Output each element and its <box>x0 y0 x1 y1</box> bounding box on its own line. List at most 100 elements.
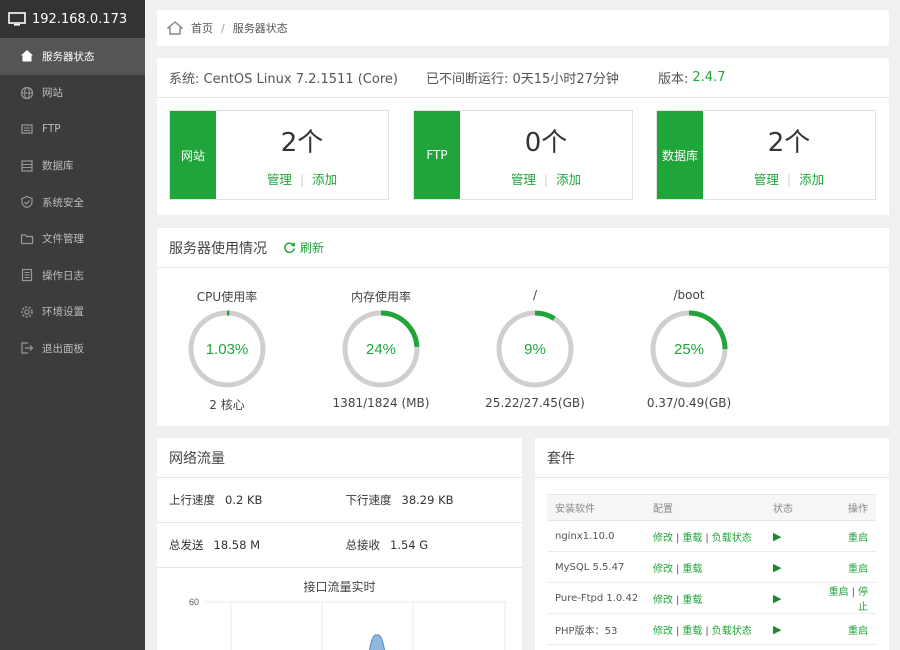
globe-icon <box>20 86 34 100</box>
config-link[interactable]: 负载状态 <box>712 533 752 544</box>
link-separator: | <box>543 172 549 187</box>
gauge-ring: 24% <box>342 310 420 388</box>
suite-header: 套件 <box>535 438 889 478</box>
network-panel: 网络流量 上行速度 0.2 KB 下行速度 38.29 KB 总发送 18.58 M … <box>157 438 522 650</box>
link-separator: | <box>676 563 680 575</box>
usage-gauge: 内存使用率 24% 1381/1824 (MB) <box>316 288 446 410</box>
sidebar-item-label: 文件管理 <box>42 233 84 246</box>
system-uptime: 已不间断运行: 0天15小时27分钟 <box>426 72 619 87</box>
stat-card: 网站 2个 管理 | 添加 <box>169 110 389 200</box>
network-speed-row: 上行速度 0.2 KB 下行速度 38.29 KB <box>157 478 522 523</box>
config-link[interactable]: 负载状态 <box>712 626 752 637</box>
download-speed-label: 下行速度 <box>345 493 392 507</box>
suite-panel: 套件 安装软件 配置 状态 操作 nginx1.10.0 修改 | 重载 | 负载状态 … <box>535 438 889 650</box>
breadcrumb-home[interactable]: 首页 <box>191 20 213 36</box>
table-row: PHP版本：53 修改 | 重载 | 负载状态 ▶ 重启 <box>547 613 876 645</box>
breadcrumb-current: 服务器状态 <box>232 22 288 35</box>
database-icon <box>20 159 34 173</box>
op-link[interactable]: 重启 <box>829 587 849 598</box>
sidebar-item-label: 系统安全 <box>42 196 84 209</box>
add-link[interactable]: 添加 <box>312 172 337 187</box>
software-name: PHP版本：53 <box>547 613 645 645</box>
home-icon[interactable] <box>167 21 183 35</box>
sidebar-item-label: 退出面板 <box>42 342 84 355</box>
config-link[interactable]: 重载 <box>682 595 702 606</box>
link-separator: | <box>299 172 305 187</box>
total-received-value: 1.54 G <box>390 538 429 552</box>
manage-link[interactable]: 管理 <box>267 172 292 187</box>
play-icon[interactable]: ▶ <box>773 623 781 636</box>
add-link[interactable]: 添加 <box>556 172 581 187</box>
traffic-chart-y-tick: 60 <box>189 597 199 607</box>
sidebar-item-label: FTP <box>42 123 61 136</box>
sidebar-item-label: 数据库 <box>42 160 74 173</box>
sidebar-item[interactable]: 操作日志 <box>0 257 145 294</box>
gauge-detail: 2 核心 <box>209 398 245 412</box>
usage-header: 服务器使用情况 刷新 <box>157 228 889 268</box>
gauge-value: 1.03% <box>206 341 249 358</box>
link-separator: | <box>676 594 680 606</box>
sidebar-item[interactable]: FTP <box>0 111 145 148</box>
sidebar-item[interactable]: 文件管理 <box>0 221 145 258</box>
play-icon[interactable]: ▶ <box>773 530 781 543</box>
table-header-row: 安装软件 配置 状态 操作 <box>547 494 876 521</box>
stat-card-count: 2个 <box>767 128 811 158</box>
gauge-detail: 25.22/27.45(GB) <box>485 396 585 410</box>
manage-link[interactable]: 管理 <box>511 172 536 187</box>
total-sent-label: 总发送 <box>169 538 204 552</box>
col-ops: 操作 <box>815 494 876 521</box>
config-link[interactable]: 修改 <box>653 595 673 606</box>
link-separator: | <box>705 625 709 637</box>
config-link[interactable]: 重载 <box>682 533 702 544</box>
add-link[interactable]: 添加 <box>799 172 824 187</box>
upload-speed-label: 上行速度 <box>169 493 215 507</box>
config-link[interactable]: 重载 <box>682 564 702 575</box>
gauge-detail: 1381/1824 (MB) <box>332 396 430 410</box>
config-link[interactable]: 修改 <box>653 564 673 575</box>
system-info-row: 系统: CentOS Linux 7.2.1511 (Core) 已不间断运行:… <box>157 58 889 98</box>
system-info-panel: 系统: CentOS Linux 7.2.1511 (Core) 已不间断运行:… <box>157 58 889 215</box>
gauge-title: /boot <box>673 288 705 302</box>
table-row: Pure-Ftpd 1.0.42 修改 | 重载 ▶ 重启 | 停止 <box>547 582 876 614</box>
manage-link[interactable]: 管理 <box>754 172 779 187</box>
gauge-ring: 1.03% <box>188 310 266 388</box>
shield-icon <box>20 195 34 209</box>
sidebar-item[interactable]: 退出面板 <box>0 330 145 367</box>
sidebar-item[interactable]: 系统安全 <box>0 184 145 221</box>
op-link[interactable]: 停止 <box>858 587 868 613</box>
link-separator: | <box>851 587 855 598</box>
link-separator: | <box>705 532 709 544</box>
play-icon[interactable]: ▶ <box>773 592 781 605</box>
breadcrumb: 首页 / 服务器状态 <box>157 10 889 46</box>
op-link[interactable]: 重启 <box>848 626 868 637</box>
config-link[interactable]: 修改 <box>653 533 673 544</box>
system-version: 2.4.7 <box>692 70 726 85</box>
sidebar-item[interactable]: 环境设置 <box>0 294 145 331</box>
refresh-button[interactable]: 刷新 <box>283 239 324 256</box>
stat-card-count: 2个 <box>280 128 324 158</box>
sidebar-item[interactable]: 服务器状态 <box>0 38 145 75</box>
config-link[interactable]: 重载 <box>682 626 702 637</box>
stat-card: 数据库 2个 管理 | 添加 <box>656 110 876 200</box>
gauge-detail: 0.37/0.49(GB) <box>646 396 732 410</box>
traffic-chart-series <box>368 634 386 650</box>
op-link[interactable]: 重启 <box>848 533 868 544</box>
stat-card-tag: FTP <box>414 111 460 199</box>
sidebar-item[interactable]: 网站 <box>0 75 145 112</box>
logout-icon <box>20 341 34 355</box>
suite-title: 套件 <box>547 450 575 467</box>
sidebar-item-label: 网站 <box>42 87 63 100</box>
col-status: 状态 <box>765 494 815 521</box>
folder-icon <box>20 232 34 246</box>
sidebar-item[interactable]: 数据库 <box>0 148 145 185</box>
play-icon[interactable]: ▶ <box>773 561 781 574</box>
download-speed-value: 38.29 KB <box>401 493 454 507</box>
monitor-icon <box>8 12 26 26</box>
total-received-label: 总接收 <box>345 538 381 552</box>
sidebar-item-label: 环境设置 <box>42 306 84 319</box>
usage-gauge: CPU使用率 1.03% 2 核心 <box>162 288 292 413</box>
op-link[interactable]: 重启 <box>848 564 868 575</box>
sidebar-item-label: 操作日志 <box>42 269 84 282</box>
network-header: 网络流量 <box>157 438 522 478</box>
config-link[interactable]: 修改 <box>653 626 673 637</box>
